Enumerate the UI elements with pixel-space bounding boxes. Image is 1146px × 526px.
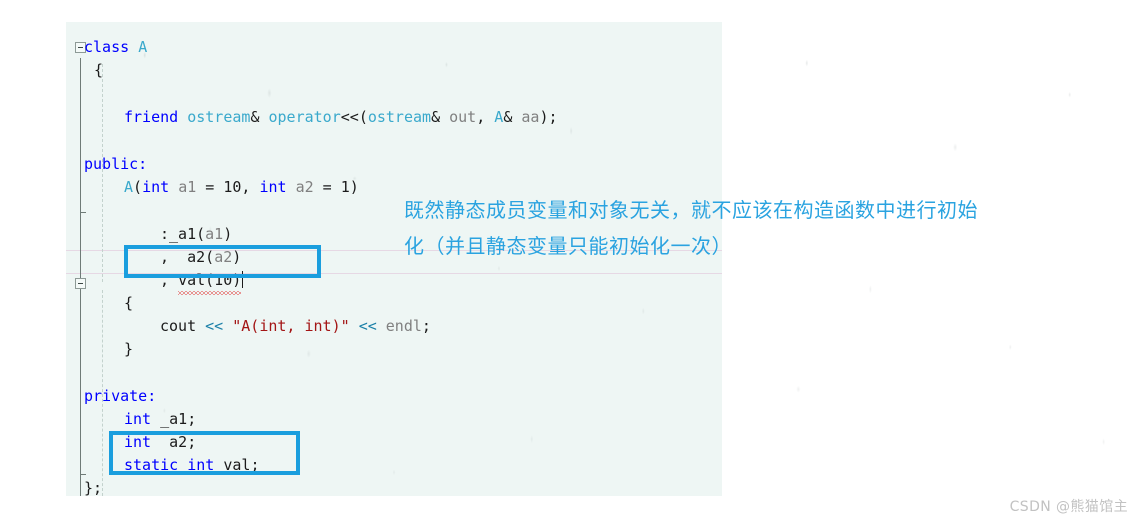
token-endl: endl — [385, 317, 422, 335]
code-line-init-a1: :_a1(a1) — [160, 225, 233, 243]
csdn-watermark: CSDN @熊猫馆主 — [1009, 499, 1128, 515]
token-aa-param: aa — [521, 108, 540, 126]
token-class-name-ref: A — [494, 108, 504, 126]
code-line-close-class: }; — [84, 479, 103, 496]
code-line-open-brace-class: { — [94, 61, 104, 79]
token-private-label: private: — [84, 387, 157, 405]
code-line-class-decl: class A — [84, 36, 147, 59]
token-int-keyword-m1: int — [124, 410, 152, 428]
code-line-cout: cout << "A(int, int)" << endl; — [160, 317, 431, 335]
code-line-ctor-signature: A(int a1 = 10, int a2 = 1) — [124, 178, 359, 196]
token-ctor-name: A — [124, 178, 134, 196]
token-out-param: out — [449, 108, 477, 126]
token-cout: cout — [160, 317, 197, 335]
token-int-keyword-p2: int — [259, 178, 287, 196]
code-line-open-brace-ctor: { — [124, 294, 134, 312]
code-text: class A { friend ostream& operator<<(ost… — [66, 22, 558, 496]
code-line-close-brace-ctor: } — [124, 340, 134, 358]
token-int-keyword-p1: int — [142, 178, 170, 196]
annotation-text: 既然静态成员变量和对象无关，就不应该在构造函数中进行初始 化（并且静态变量只能初… — [404, 192, 1014, 264]
token-shift-operator: << — [340, 108, 359, 126]
token-shift-operator-2: << — [358, 317, 377, 335]
val-initializer-highlight-box — [124, 245, 321, 278]
token-friend-keyword: friend — [124, 108, 179, 126]
token-member-a1: _a1 — [160, 410, 188, 428]
annotation-line-1: 既然静态成员变量和对象无关，就不应该在构造函数中进行初始 — [404, 198, 978, 222]
annotation-line-2: 化（并且静态变量只能初始化一次） — [404, 234, 732, 258]
static-int-val-highlight-box — [109, 431, 300, 475]
token-ostream-type-2: ostream — [367, 108, 432, 126]
token-ostream-type: ostream — [187, 108, 251, 126]
token-default-a2: 1 — [340, 178, 350, 196]
token-class-keyword: class — [84, 38, 130, 56]
code-line-public-label: public: — [84, 153, 147, 176]
code-line-private-label: private: — [84, 385, 156, 408]
token-string-literal: "A(int, int)" — [232, 317, 350, 335]
code-line-friend-decl: friend ostream& operator<<(ostream& out,… — [124, 108, 558, 126]
token-public-label: public: — [84, 155, 148, 173]
token-operator-keyword: operator — [268, 108, 341, 126]
code-line-member-a1: int _a1; — [124, 410, 197, 428]
token-shift-operator-1: << — [205, 317, 224, 335]
token-default-a1: 10 — [223, 178, 242, 196]
token-class-name: A — [138, 38, 148, 56]
